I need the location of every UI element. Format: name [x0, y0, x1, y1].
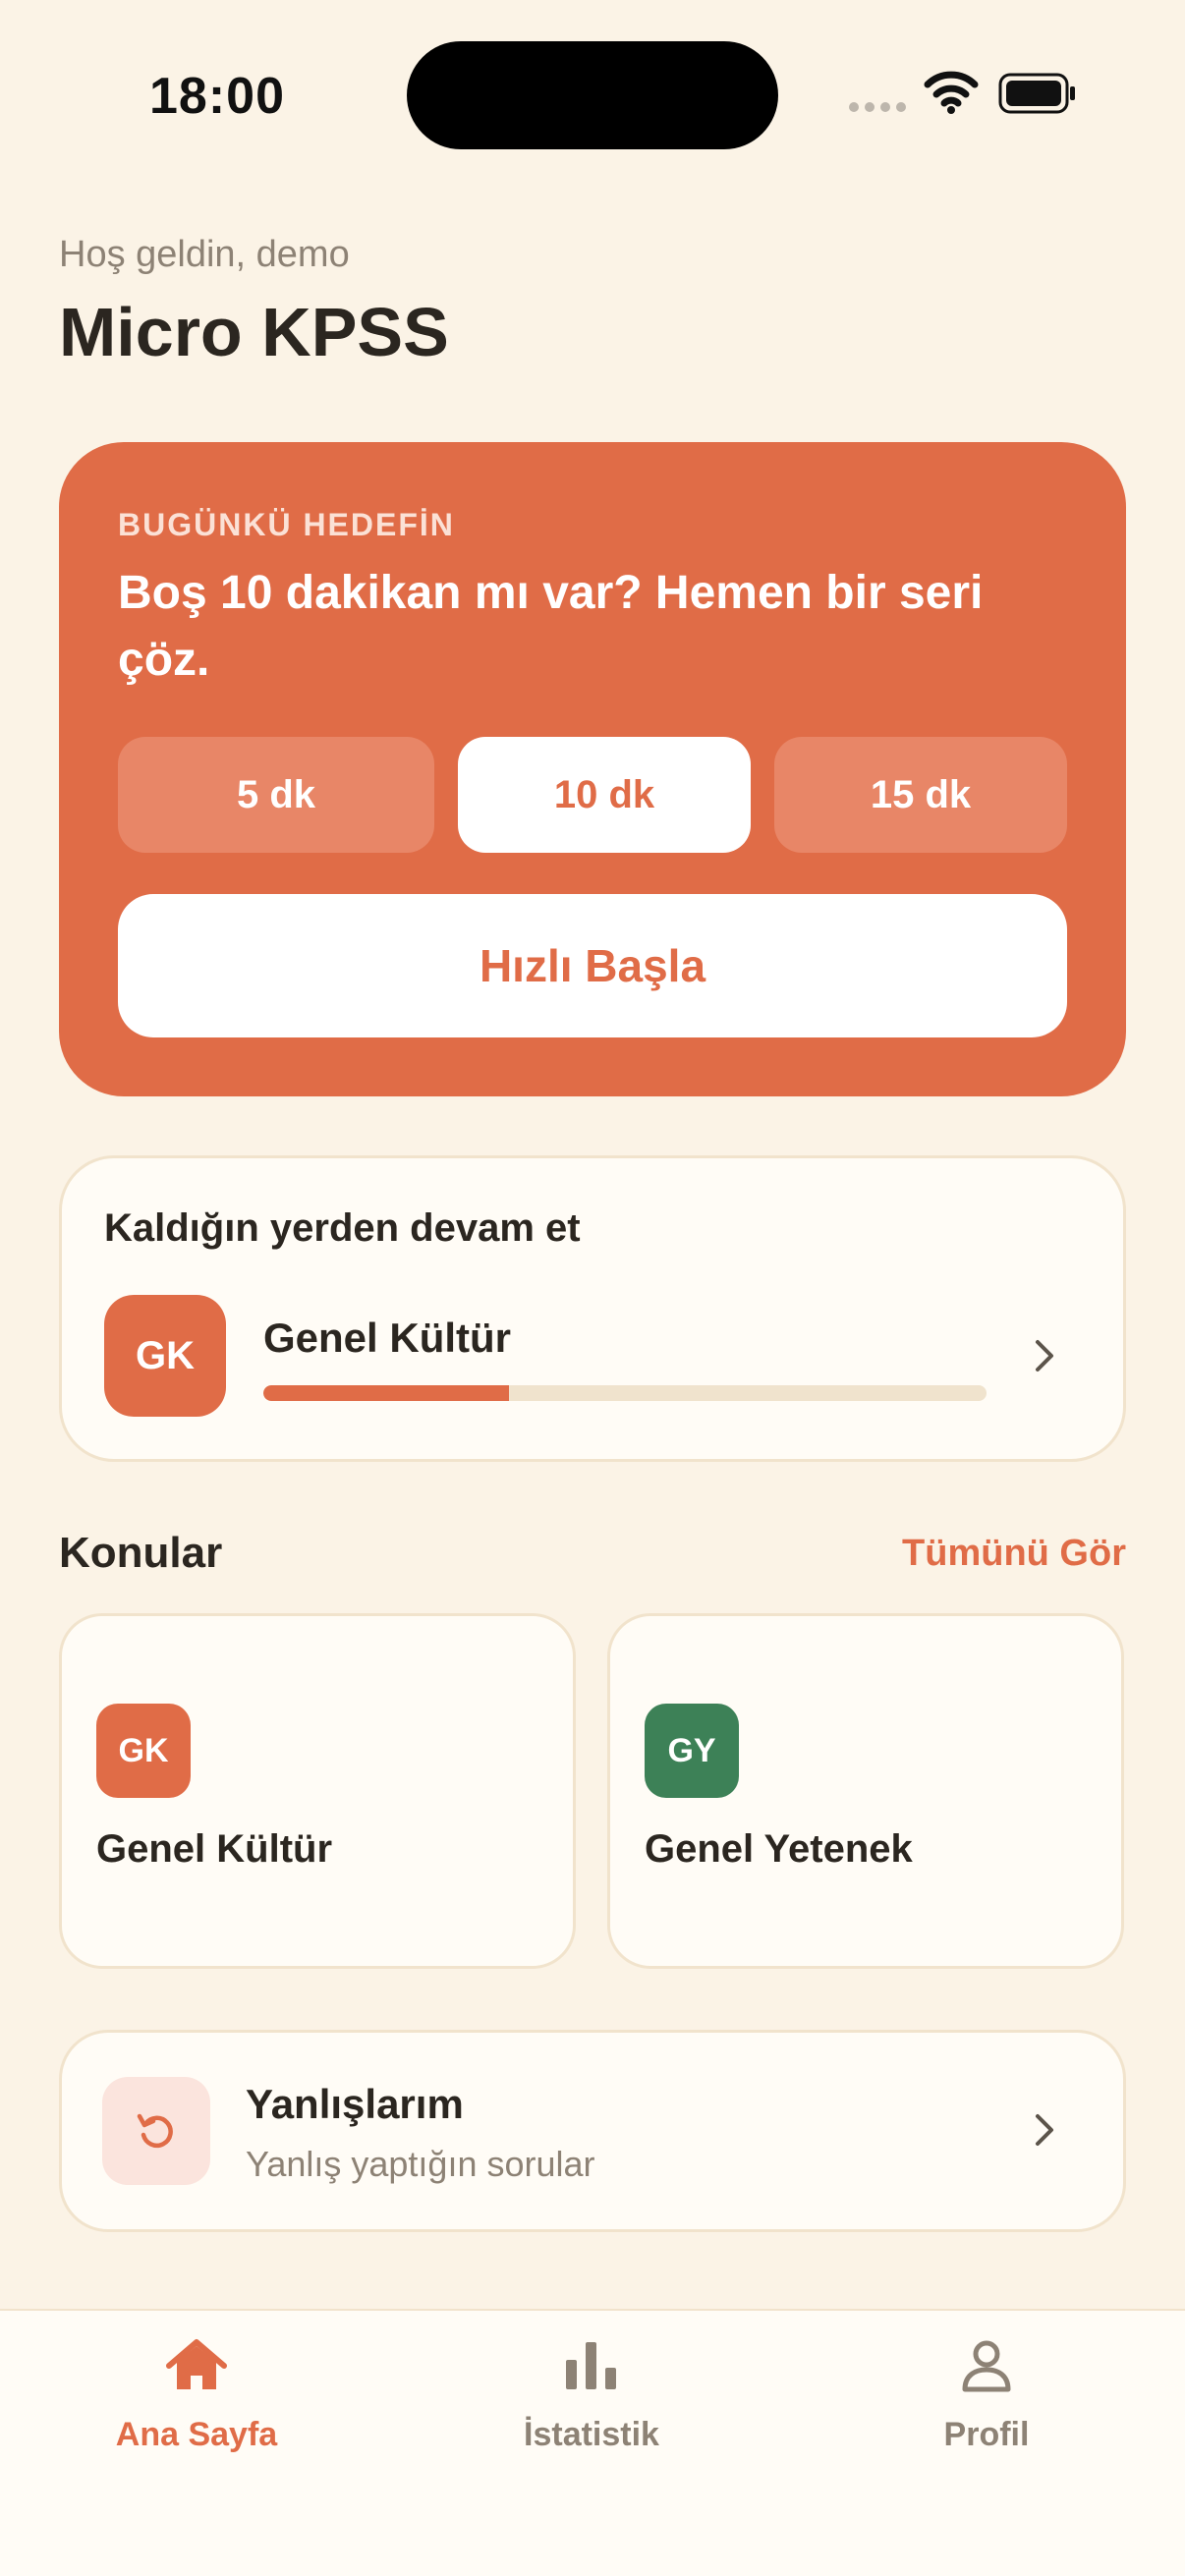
- signal-icon: [849, 102, 906, 112]
- battery-icon: [998, 73, 1077, 119]
- dynamic-island: [407, 41, 778, 149]
- user-icon: [955, 2338, 1018, 2398]
- wrong-answers-subtitle: Yanlış yaptığın sorular: [246, 2144, 595, 2184]
- topic-badge-gy: GY: [645, 1704, 739, 1798]
- duration-chip-15[interactable]: 15 dk: [774, 737, 1067, 853]
- topic-name-genel-kultur: Genel Kültür: [96, 1827, 333, 1871]
- continue-subject: Genel Kültür: [263, 1315, 512, 1361]
- wifi-icon: [924, 71, 979, 119]
- duration-chip-10[interactable]: 10 dk: [458, 737, 751, 853]
- progress-fill: [263, 1385, 510, 1401]
- chevron-right-icon: [1034, 1336, 1057, 1380]
- wrong-answers-title: Yanlışlarım: [246, 2081, 464, 2127]
- tab-home-label: Ana Sayfa: [115, 2416, 278, 2453]
- see-all-link[interactable]: Tümünü Gör: [902, 1533, 1126, 1575]
- subject-badge: GK: [104, 1295, 226, 1417]
- tab-profile-label: Profil: [943, 2416, 1030, 2453]
- daily-goal-label: BUGÜNKÜ HEDEFİN: [118, 507, 455, 542]
- tab-statistics-label: İstatistik: [524, 2416, 659, 2453]
- progress-bar: [263, 1385, 987, 1401]
- greeting-text: Hoş geldin, demo: [59, 234, 350, 275]
- home-icon: [165, 2338, 228, 2398]
- tab-profile[interactable]: Profil: [839, 2338, 1134, 2454]
- continue-title: Kaldığın yerden devam et: [104, 1206, 581, 1250]
- topic-badge-gk: GK: [96, 1704, 191, 1798]
- topics-title: Konular: [59, 1529, 223, 1577]
- daily-goal-text: Boş 10 dakikan mı var? Hemen bir seri çö…: [118, 567, 984, 686]
- wrong-answers-card[interactable]: [59, 2030, 1126, 2232]
- topic-name-genel-yetenek: Genel Yetenek: [645, 1827, 913, 1871]
- retry-icon: [102, 2077, 210, 2185]
- page-title: Micro KPSS: [59, 294, 449, 370]
- tab-home[interactable]: Ana Sayfa: [49, 2338, 344, 2454]
- status-time: 18:00: [149, 68, 285, 125]
- bar-chart-icon: [560, 2338, 623, 2398]
- quick-start-button[interactable]: Hızlı Başla: [118, 894, 1067, 1037]
- chevron-right-icon: [1034, 2110, 1057, 2155]
- tab-statistics[interactable]: İstatistik: [444, 2338, 739, 2454]
- duration-chip-5[interactable]: 5 dk: [118, 737, 434, 853]
